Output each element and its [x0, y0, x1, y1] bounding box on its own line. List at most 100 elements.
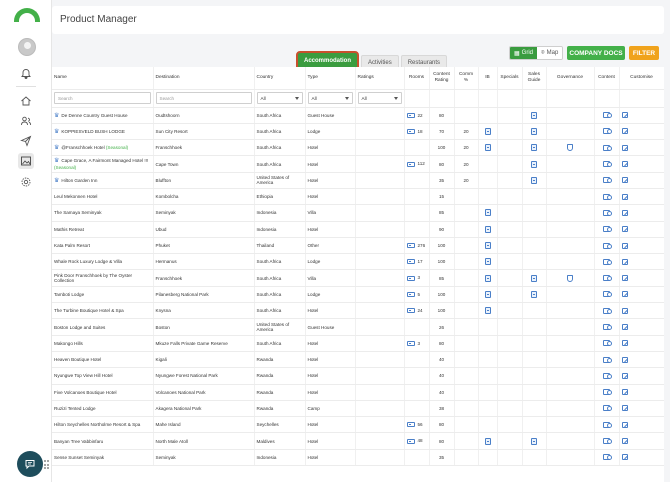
gear-icon[interactable]: [18, 174, 34, 190]
ib-doc-icon[interactable]: [484, 242, 491, 250]
edit-icon[interactable]: [621, 177, 628, 184]
cell-name[interactable]: Tamboti Lodge: [52, 286, 154, 304]
cell-content[interactable]: [594, 172, 620, 189]
edit-icon[interactable]: [621, 421, 628, 428]
shield-icon[interactable]: [567, 274, 573, 282]
cell-governance[interactable]: [546, 269, 595, 287]
cell-customise[interactable]: [619, 221, 664, 238]
cell-content[interactable]: [594, 367, 620, 385]
avatar[interactable]: [18, 38, 36, 56]
brand-logo[interactable]: [14, 8, 40, 22]
col-specials[interactable]: Specials: [497, 67, 523, 90]
cell-ib[interactable]: [478, 123, 498, 141]
cell-content[interactable]: [594, 335, 620, 352]
cell-ib[interactable]: [478, 286, 498, 304]
cell-sales-guide[interactable]: [522, 172, 547, 189]
content-icon[interactable]: [603, 193, 612, 200]
sales-guide-icon[interactable]: [531, 127, 537, 135]
cell-name[interactable]: Heaven Boutique Hotel: [52, 351, 154, 369]
cell-name[interactable]: Hilton Seychelles Northolme Resort & Spa: [52, 416, 154, 434]
content-icon[interactable]: [603, 324, 612, 330]
table-row[interactable]: ♛ @Franschhoek Hotel (Seasonal) Franschhoe…: [52, 139, 664, 157]
ib-doc-icon[interactable]: [484, 274, 491, 282]
cell-name[interactable]: The Samaya Seminyak: [52, 204, 154, 222]
table-row[interactable]: Ruzizi Tented Lodge Akagera National Park…: [52, 400, 664, 418]
col-governance[interactable]: Governance: [546, 67, 595, 90]
col-rooms[interactable]: Rooms: [404, 67, 430, 90]
edit-icon[interactable]: [621, 128, 628, 135]
grid-view-button[interactable]: ▦ Grid: [510, 47, 538, 59]
cell-ib[interactable]: [478, 432, 498, 450]
cell-name[interactable]: Banyan Tree Vabbinfaru: [52, 432, 154, 450]
content-icon[interactable]: [603, 144, 612, 151]
ratings-select[interactable]: All: [357, 92, 402, 104]
col-ratings[interactable]: Ratings: [355, 67, 405, 90]
sales-guide-icon[interactable]: [531, 274, 537, 282]
content-icon[interactable]: [603, 128, 612, 135]
cell-customise[interactable]: [619, 155, 664, 173]
cell-name[interactable]: Pink Door Franschhoek by The Oyster Coll…: [52, 269, 154, 287]
cell-content[interactable]: [594, 221, 620, 238]
col-ib[interactable]: IB: [478, 67, 498, 90]
col-name[interactable]: Name: [52, 67, 154, 90]
sales-guide-icon[interactable]: [531, 160, 537, 168]
cell-content[interactable]: [594, 269, 620, 287]
table-row[interactable]: Leul Mekonnen Hotel Kombolcha Ethiopia Hote…: [52, 188, 664, 206]
table-row[interactable]: Heaven Boutique Hotel Kigali Rwanda Hotel 40: [52, 351, 664, 369]
cell-content[interactable]: [594, 416, 620, 434]
cell-name[interactable]: Makongo Hills: [52, 335, 154, 352]
col-type[interactable]: Type: [305, 67, 356, 90]
cell-customise[interactable]: [619, 302, 664, 320]
edit-icon[interactable]: [621, 438, 628, 445]
cell-name[interactable]: Kata Palm Resort: [52, 237, 154, 255]
cell-ib[interactable]: [478, 253, 498, 271]
cell-content[interactable]: [594, 139, 620, 157]
cell-customise[interactable]: [619, 335, 664, 352]
cell-content[interactable]: [594, 449, 620, 467]
ib-doc-icon[interactable]: [484, 209, 491, 217]
edit-icon[interactable]: [621, 209, 628, 216]
type-select[interactable]: All: [307, 92, 353, 104]
content-icon[interactable]: [603, 291, 612, 298]
cell-ib[interactable]: [478, 204, 498, 222]
content-icon[interactable]: [603, 209, 612, 216]
cell-sales-guide[interactable]: [522, 286, 547, 304]
table-row[interactable]: Sense Sunset Seminyak Seminyak Indonesia Ho…: [52, 449, 664, 467]
cell-name[interactable]: ♛ De Denne Country Guest House: [52, 107, 154, 124]
content-icon[interactable]: [603, 438, 612, 445]
table-row[interactable]: The Turbine Boutique Hotel & Spa Knysna So…: [52, 302, 664, 320]
edit-icon[interactable]: [621, 405, 628, 412]
cell-customise[interactable]: [619, 318, 664, 336]
content-icon[interactable]: [603, 421, 612, 428]
table-row[interactable]: ♛ De Denne Country Guest House Oudtshoorn S…: [52, 107, 664, 124]
table-row[interactable]: The Samaya Seminyak Seminyak Indonesia Vill…: [52, 204, 664, 222]
cell-customise[interactable]: [619, 432, 664, 450]
edit-icon[interactable]: [621, 356, 628, 363]
cell-content[interactable]: [594, 400, 620, 418]
cell-name[interactable]: ♛ Cape Grace, A Fairmont Managed Hotel !!…: [52, 155, 154, 173]
col-country[interactable]: Country: [254, 67, 306, 90]
content-icon[interactable]: [603, 177, 612, 184]
col-content-rating[interactable]: Content Rating: [429, 67, 455, 90]
cell-name[interactable]: ♛ KOPPIESVELD BUSH LODGE: [52, 123, 154, 141]
ib-doc-icon[interactable]: [484, 144, 491, 152]
sales-guide-icon[interactable]: [531, 144, 537, 152]
content-icon[interactable]: [603, 389, 612, 396]
table-row[interactable]: Whale Rock Luxury Lodge & Villa Hermanus S…: [52, 253, 664, 271]
cell-content[interactable]: [594, 318, 620, 336]
table-row[interactable]: Mathis Retreat Ubud Indonesia Hotel 90: [52, 221, 664, 238]
table-row[interactable]: Kata Palm Resort Phuket Thailand Other 276 10…: [52, 237, 664, 255]
col-content[interactable]: Content: [594, 67, 620, 90]
edit-icon[interactable]: [621, 307, 628, 314]
cell-content[interactable]: [594, 302, 620, 320]
edit-icon[interactable]: [621, 275, 628, 282]
cell-content[interactable]: [594, 384, 620, 401]
content-icon[interactable]: [603, 340, 612, 347]
table-row[interactable]: Five Volcanoes Boutique Hotel Volcanoes N…: [52, 384, 664, 401]
home-icon[interactable]: [18, 93, 34, 109]
sales-guide-icon[interactable]: [531, 176, 537, 184]
content-icon[interactable]: [603, 161, 612, 168]
table-row[interactable]: Hilton Seychelles Northolme Resort & Spa…: [52, 416, 664, 434]
edit-icon[interactable]: [621, 161, 628, 168]
table-row[interactable]: Boston Lodge and Suites Boston United Stat…: [52, 318, 664, 336]
